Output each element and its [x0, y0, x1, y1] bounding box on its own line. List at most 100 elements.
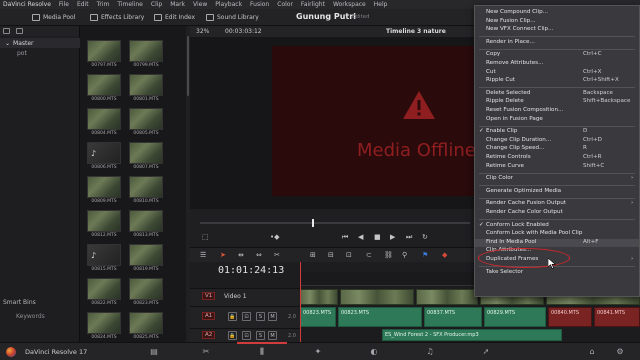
media-clip[interactable]: 00797.MTS — [86, 40, 122, 70]
menu-timeline[interactable]: Timeline — [113, 0, 147, 9]
media-clip[interactable]: 00807.MTS — [128, 142, 164, 172]
menu-trim[interactable]: Trim — [93, 0, 114, 9]
menu-item[interactable]: Change Clip Speed... R — [475, 145, 639, 154]
menu-item[interactable]: Retime Controls Ctrl+R — [475, 154, 639, 163]
solo-button[interactable]: S — [256, 331, 265, 340]
menu-fairlight[interactable]: Fairlight — [297, 0, 329, 9]
media-clip[interactable]: 00813.MTS — [128, 210, 164, 240]
menu-item[interactable]: Conform Lock with Media Pool Clip — [475, 230, 639, 239]
timeline-name[interactable]: Timeline 3 nature — [386, 28, 446, 35]
replace-clip-icon[interactable]: ⊡ — [346, 251, 352, 259]
menu-item[interactable]: Retime Curve Shift+C — [475, 163, 639, 172]
media-clip[interactable]: 00801.MTS — [128, 74, 164, 104]
skip-forward-icon[interactable]: ⏭ — [406, 233, 412, 242]
deliver-page-icon[interactable]: ➚ — [480, 347, 492, 357]
media-clip[interactable]: 00822.MTS — [86, 278, 122, 308]
media-clip[interactable]: 00800.MTS — [86, 74, 122, 104]
flag-icon[interactable]: ⚑ — [422, 251, 428, 259]
menu-item[interactable]: Clip Color › — [475, 175, 639, 184]
play-icon[interactable]: ▶ — [390, 233, 395, 241]
bin-list-icon[interactable] — [16, 28, 23, 34]
media-clip[interactable]: 00823.MTS — [128, 278, 164, 308]
bin-pot[interactable]: pot — [17, 50, 27, 57]
menu-item[interactable]: Find In Media Pool Alt+F — [475, 238, 639, 248]
track-tag-a2[interactable]: A2 — [202, 331, 216, 339]
media-clip[interactable]: 00812.MTS — [86, 210, 122, 240]
track-tag-v1[interactable]: V1 — [202, 292, 216, 300]
menu-item[interactable]: Copy Ctrl+C — [475, 51, 639, 60]
audio-clip[interactable]: 00823.MTS — [300, 307, 336, 327]
snapping-icon[interactable]: ⊂ — [366, 251, 372, 259]
audio-clip[interactable]: ES_Wind Forest 2 - SFX Producer.mp3 — [382, 329, 562, 341]
edit-page-icon[interactable]: ⫼ — [256, 347, 268, 357]
menu-item[interactable]: ✓ Enable Clip D — [475, 128, 639, 137]
viewer-mode-icon[interactable]: ⬚ — [202, 233, 209, 241]
track-auto-select-icon[interactable]: ⊡ — [242, 312, 251, 321]
scrubber-playhead[interactable] — [312, 219, 314, 227]
menu-file[interactable]: File — [55, 0, 73, 9]
menu-item[interactable]: Generate Optimized Media — [475, 188, 639, 197]
edit-index-button[interactable]: Edit Index — [154, 12, 195, 23]
menu-item[interactable]: Render Cache Fusion Output › — [475, 200, 639, 209]
sound-library-button[interactable]: Sound Library — [206, 12, 259, 23]
selection-tool-icon[interactable]: ➤ — [220, 251, 226, 259]
mute-button[interactable]: M — [268, 312, 277, 321]
track-lock-icon[interactable]: 🔒 — [228, 312, 237, 321]
menu-color[interactable]: Color — [273, 0, 297, 9]
media-clip[interactable]: 00824.MTS — [86, 312, 122, 342]
menu-item[interactable]: Delete Selected Backspace — [475, 90, 639, 99]
menu-item[interactable]: New Compound Clip... — [475, 9, 639, 18]
menu-item[interactable]: Remove Attributes... — [475, 60, 639, 69]
media-clip[interactable]: 00810.MTS — [128, 176, 164, 206]
menu-fusion[interactable]: Fusion — [246, 0, 273, 9]
menu-item[interactable]: ✓ Conform Lock Enabled — [475, 222, 639, 231]
video-clip[interactable] — [300, 289, 338, 305]
dynamic-trim-icon[interactable]: ⇔ — [256, 251, 262, 259]
insert-clip-icon[interactable]: ⊞ — [310, 251, 316, 259]
loop-icon[interactable]: ↻ — [422, 233, 428, 241]
bin-view-icon[interactable] — [3, 28, 10, 34]
mute-button[interactable]: M — [268, 331, 277, 340]
audio-clip-offline[interactable]: 00841.MTS — [594, 307, 640, 327]
media-clip[interactable]: 00815.MTS — [86, 244, 122, 274]
settings-icon[interactable]: ⚙ — [614, 347, 626, 357]
audio-clip[interactable]: 00829.MTS — [484, 307, 546, 327]
menu-clip[interactable]: Clip — [147, 0, 166, 9]
skip-back-icon[interactable]: ⏮ — [342, 233, 348, 242]
menu-item[interactable]: Ripple Cut Ctrl+Shift+X — [475, 77, 639, 86]
menu-item[interactable]: Ripple Delete Shift+Backspace — [475, 98, 639, 107]
media-page-icon[interactable]: ▤ — [148, 347, 160, 357]
color-page-icon[interactable]: ◐ — [368, 347, 380, 357]
menu-help[interactable]: Help — [370, 0, 392, 9]
blade-tool-icon[interactable]: ✂ — [274, 251, 280, 259]
media-clip[interactable]: 00804.MTS — [86, 108, 122, 138]
viewer-scrubber[interactable] — [200, 219, 470, 227]
linked-selection-icon[interactable]: ⛓ — [384, 251, 393, 259]
timeline-playhead[interactable] — [300, 262, 301, 344]
overwrite-clip-icon[interactable]: ⊟ — [328, 251, 334, 259]
menu-item[interactable]: Render in Place... — [475, 39, 639, 48]
audio-clip-offline[interactable]: 00840.MTS — [548, 307, 592, 327]
trim-tool-icon[interactable]: ⇹ — [238, 251, 244, 259]
reverse-icon[interactable]: ◀ — [358, 233, 363, 241]
cut-page-icon[interactable]: ✂ — [200, 347, 212, 357]
media-clip[interactable]: 00819.MTS — [128, 244, 164, 274]
solo-button[interactable]: S — [256, 312, 265, 321]
menu-workspace[interactable]: Workspace — [329, 0, 370, 9]
jog-icon[interactable]: •◆ — [270, 233, 280, 241]
effects-library-button[interactable]: Effects Library — [90, 12, 144, 23]
viewer-zoom[interactable]: 32% — [196, 28, 209, 35]
fairlight-page-icon[interactable]: ♫ — [424, 347, 436, 357]
menu-item[interactable]: New VFX Connect Clip... — [475, 26, 639, 35]
home-icon[interactable]: ⌂ — [586, 347, 598, 357]
fusion-page-icon[interactable]: ✦ — [312, 347, 324, 357]
media-clip[interactable]: 00805.MTS — [128, 108, 164, 138]
audio-clip[interactable]: 00837.MTS — [424, 307, 482, 327]
media-clip[interactable]: 00825.MTS — [128, 312, 164, 342]
menu-item[interactable]: Render Cache Color Output — [475, 209, 639, 218]
menu-item[interactable]: New Fusion Clip... — [475, 18, 639, 27]
menu-mark[interactable]: Mark — [166, 0, 189, 9]
audio-clip[interactable]: 00823.MTS — [338, 307, 422, 327]
track-lock-icon[interactable]: 🔒 — [228, 331, 237, 340]
menu-item[interactable]: Change Clip Duration... Ctrl+D — [475, 137, 639, 146]
